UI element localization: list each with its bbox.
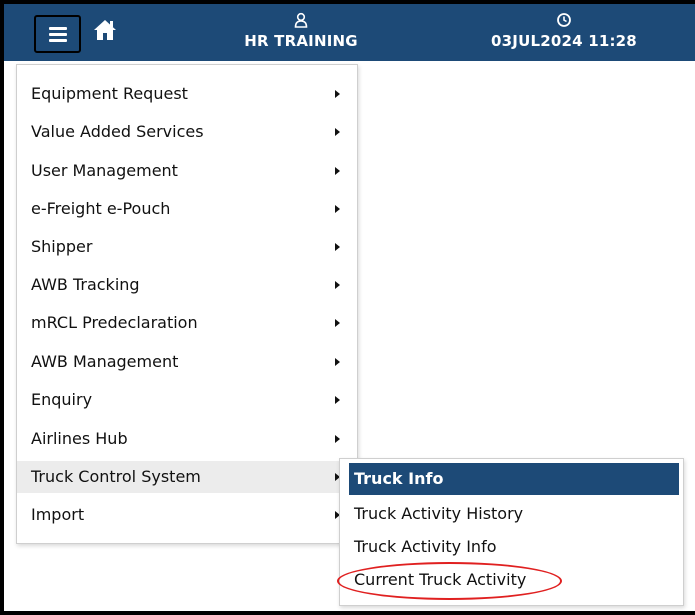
menu-item-label: Equipment Request: [31, 84, 188, 103]
caret-right-icon: [335, 128, 340, 136]
user-name: HR TRAINING: [244, 32, 358, 50]
caret-right-icon: [335, 243, 340, 251]
main-menu: Equipment Request Value Added Services U…: [16, 64, 358, 544]
hamburger-icon-bar: [49, 39, 67, 42]
datetime-info: 03JUL2024 11:28: [474, 4, 654, 61]
user-icon: [294, 12, 308, 28]
truck-control-submenu: Truck Info Truck Activity History Truck …: [339, 458, 684, 606]
hamburger-menu-button[interactable]: [34, 15, 81, 53]
submenu-item-label: Current Truck Activity: [354, 570, 527, 589]
submenu-item-current-truck-activity[interactable]: Current Truck Activity: [349, 564, 679, 596]
menu-item-label: User Management: [31, 161, 178, 180]
submenu-item-truck-info[interactable]: Truck Info: [349, 463, 679, 495]
menu-item-label: AWB Management: [31, 352, 179, 371]
top-bar: HR TRAINING 03JUL2024 11:28: [4, 4, 695, 61]
menu-item-shipper[interactable]: Shipper: [17, 231, 357, 263]
menu-item-truck-control-system[interactable]: Truck Control System: [17, 461, 357, 493]
menu-item-label: mRCL Predeclaration: [31, 313, 198, 332]
datetime-text: 03JUL2024 11:28: [491, 32, 637, 50]
menu-item-label: AWB Tracking: [31, 275, 140, 294]
menu-item-enquiry[interactable]: Enquiry: [17, 384, 357, 416]
caret-right-icon: [335, 319, 340, 327]
menu-item-label: Airlines Hub: [31, 429, 128, 448]
user-info: HR TRAINING: [226, 4, 376, 61]
caret-right-icon: [335, 396, 340, 404]
menu-item-label: Truck Control System: [31, 467, 201, 486]
menu-item-equipment-request[interactable]: Equipment Request: [17, 78, 357, 110]
menu-item-e-freight-e-pouch[interactable]: e-Freight e-Pouch: [17, 193, 357, 225]
caret-right-icon: [335, 90, 340, 98]
submenu-item-truck-activity-history[interactable]: Truck Activity History: [349, 498, 679, 530]
submenu-item-label: Truck Activity Info: [354, 537, 497, 556]
submenu-item-truck-activity-info[interactable]: Truck Activity Info: [349, 531, 679, 563]
menu-item-label: Enquiry: [31, 390, 93, 409]
home-icon[interactable]: [92, 17, 118, 43]
menu-item-awb-tracking[interactable]: AWB Tracking: [17, 269, 357, 301]
menu-item-airlines-hub[interactable]: Airlines Hub: [17, 423, 357, 455]
caret-right-icon: [335, 205, 340, 213]
menu-item-import[interactable]: Import: [17, 499, 357, 531]
caret-right-icon: [335, 167, 340, 175]
caret-right-icon: [335, 435, 340, 443]
menu-item-user-management[interactable]: User Management: [17, 155, 357, 187]
menu-item-awb-management[interactable]: AWB Management: [17, 346, 357, 378]
menu-item-label: e-Freight e-Pouch: [31, 199, 171, 218]
menu-item-label: Value Added Services: [31, 122, 204, 141]
submenu-item-label: Truck Activity History: [354, 504, 524, 523]
menu-item-mrcl-predeclaration[interactable]: mRCL Predeclaration: [17, 307, 357, 339]
clock-icon: [557, 13, 571, 27]
hamburger-icon: [49, 27, 67, 30]
caret-right-icon: [335, 281, 340, 289]
caret-right-icon: [335, 358, 340, 366]
submenu-item-label: Truck Info: [354, 469, 444, 488]
menu-item-label: Shipper: [31, 237, 93, 256]
hamburger-icon-bar: [49, 33, 67, 36]
menu-item-value-added-services[interactable]: Value Added Services: [17, 116, 357, 148]
menu-item-label: Import: [31, 505, 85, 524]
